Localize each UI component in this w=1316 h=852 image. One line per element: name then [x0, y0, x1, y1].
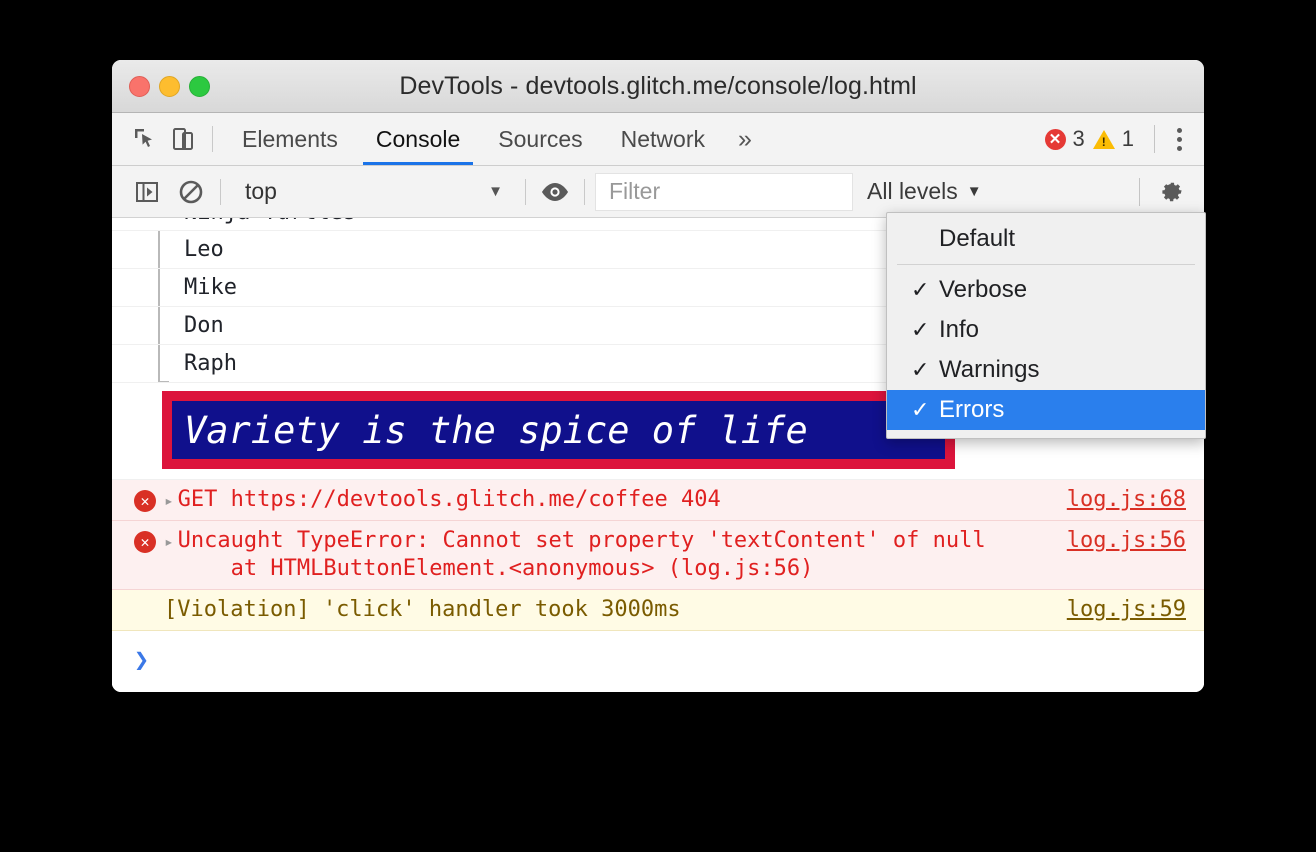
zoom-window-button[interactable]: [189, 75, 210, 97]
source-link[interactable]: log.js:59: [1067, 597, 1204, 622]
console-message-text: Uncaught TypeError: Cannot set property …: [177, 528, 986, 581]
warning-count-group[interactable]: 1: [1092, 126, 1134, 152]
menu-item-info[interactable]: ✓ Info: [887, 310, 1205, 350]
window-controls: [129, 60, 210, 112]
expand-arrow-icon[interactable]: ▸: [164, 532, 174, 551]
screen: DevTools - devtools.glitch.me/console/lo…: [0, 0, 1316, 852]
menu-item-default[interactable]: Default: [887, 219, 1205, 259]
error-count-group[interactable]: ✕ 3: [1044, 126, 1085, 152]
clear-console-icon[interactable]: [172, 173, 210, 211]
source-link[interactable]: log.js:56: [1067, 528, 1204, 553]
console-toolbar-divider-3: [584, 178, 585, 205]
prompt-caret-icon: ❯: [134, 644, 150, 674]
chevron-down-icon: ▼: [966, 183, 982, 200]
menu-item-errors[interactable]: ✓ Errors: [887, 390, 1205, 430]
tabbar-right-controls: ✕ 3 1: [1044, 113, 1193, 165]
check-icon: ✓: [911, 277, 930, 302]
console-message-text: GET https://devtools.glitch.me/coffee 40…: [177, 487, 721, 512]
filter-input[interactable]: Filter: [595, 172, 853, 211]
styled-log-message: Variety is the spice of life: [162, 391, 955, 469]
warning-count: 1: [1121, 126, 1134, 151]
toolbar-divider: [212, 126, 213, 152]
tab-console[interactable]: Console: [357, 113, 479, 165]
console-toolbar-divider-1: [220, 178, 221, 205]
check-icon: ✓: [911, 397, 930, 422]
tab-elements[interactable]: Elements: [223, 113, 357, 165]
menu-item-warnings[interactable]: ✓ Warnings: [887, 350, 1205, 390]
tabbar-divider: [1154, 125, 1155, 153]
check-icon: ✓: [911, 317, 930, 342]
error-count: 3: [1072, 126, 1085, 151]
inspect-element-icon[interactable]: [126, 120, 164, 158]
execution-context-value: top: [245, 178, 277, 204]
console-toolbar: top ▼ Filter All levels ▼: [112, 166, 1204, 218]
warning-triangle-icon: [1092, 129, 1115, 149]
menu-item-label: Errors: [939, 396, 1005, 423]
minimize-window-button[interactable]: [159, 75, 180, 97]
kebab-menu-icon[interactable]: [1167, 127, 1192, 151]
log-levels-label: All levels: [867, 178, 958, 204]
panel-tabs: Elements Console Sources Network »: [223, 113, 766, 165]
filter-placeholder: Filter: [609, 178, 661, 204]
settings-gear-icon[interactable]: [1152, 173, 1190, 211]
console-sidebar-icon[interactable]: [128, 173, 166, 211]
menu-item-label: Info: [939, 316, 980, 343]
console-toolbar-divider-2: [525, 178, 526, 205]
expand-arrow-icon[interactable]: ▸: [164, 491, 174, 510]
console-toolbar-right: [1127, 166, 1190, 217]
error-circle-icon: ✕: [134, 490, 156, 512]
live-expression-icon[interactable]: [536, 173, 574, 211]
check-icon: ✓: [911, 357, 930, 382]
console-message-warning[interactable]: [Violation] 'click' handler took 3000ms …: [112, 590, 1204, 631]
log-levels-menu[interactable]: Default ✓ Verbose ✓ Info ✓ Warnings ✓ Er…: [886, 212, 1206, 439]
execution-context-select[interactable]: top ▼: [231, 175, 515, 209]
console-toolbar-divider-4: [1139, 177, 1140, 206]
chevron-down-icon: ▼: [488, 183, 503, 200]
console-prompt[interactable]: ❯: [112, 631, 1204, 687]
window-title: DevTools - devtools.glitch.me/console/lo…: [399, 71, 917, 100]
console-message-error[interactable]: ✕ ▸ GET https://devtools.glitch.me/coffe…: [112, 480, 1204, 521]
console-message-error[interactable]: ✕ ▸ Uncaught TypeError: Cannot set prope…: [112, 521, 1204, 590]
console-message-text: [Violation] 'click' handler took 3000ms: [164, 597, 681, 622]
error-circle-icon: ✕: [1044, 128, 1066, 150]
menu-item-label: Warnings: [939, 356, 1040, 383]
close-window-button[interactable]: [129, 75, 150, 97]
device-toolbar-icon[interactable]: [164, 120, 202, 158]
tab-network[interactable]: Network: [602, 113, 724, 165]
error-circle-icon: ✕: [134, 531, 156, 553]
menu-item-label: Verbose: [939, 276, 1028, 303]
devtools-tabbar: Elements Console Sources Network » ✕ 3 1: [112, 113, 1204, 166]
clipped-group-header-text: Ninja Turtles: [184, 218, 356, 225]
menu-item-verbose[interactable]: ✓ Verbose: [887, 270, 1205, 310]
menu-separator: [897, 264, 1195, 265]
more-tabs-button[interactable]: »: [724, 113, 766, 165]
source-link[interactable]: log.js:68: [1067, 487, 1204, 512]
log-levels-dropdown[interactable]: All levels ▼: [867, 178, 982, 205]
tab-sources[interactable]: Sources: [479, 113, 601, 165]
window-titlebar: DevTools - devtools.glitch.me/console/lo…: [112, 60, 1204, 113]
